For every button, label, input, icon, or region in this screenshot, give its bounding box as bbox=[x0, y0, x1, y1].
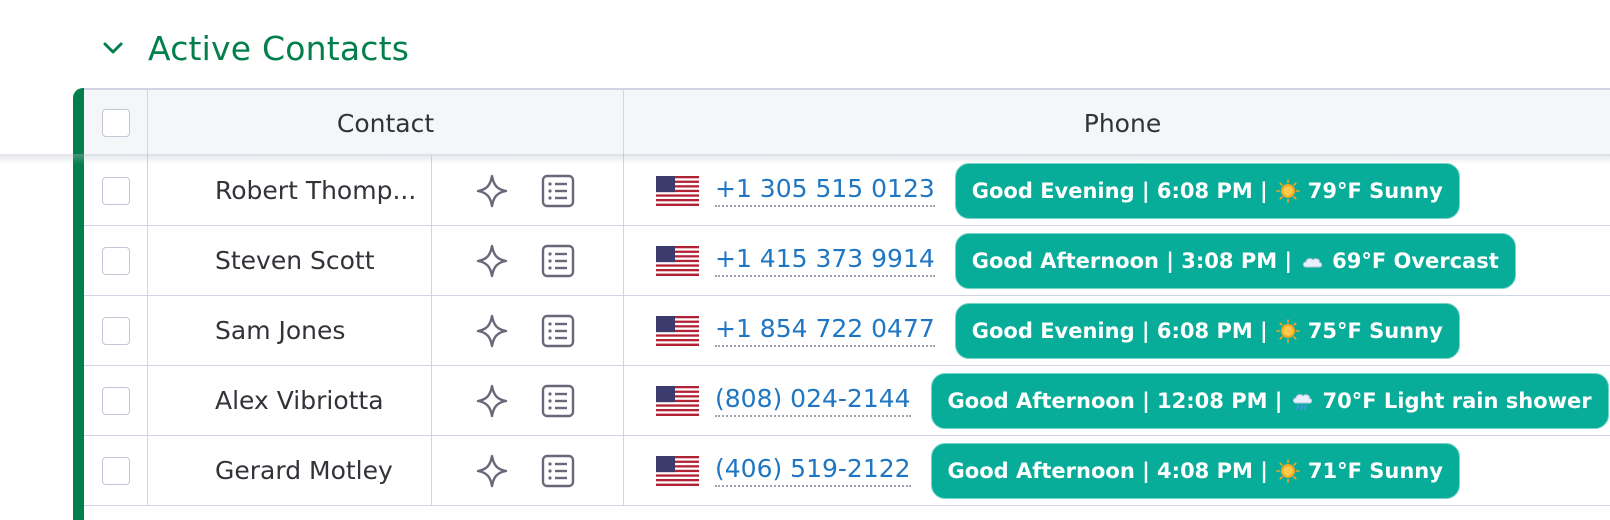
row-checkbox-cell bbox=[84, 296, 148, 365]
row-actions bbox=[432, 296, 624, 365]
contact-name[interactable]: Sam Jones bbox=[148, 296, 432, 365]
sparkle-icon[interactable] bbox=[474, 243, 510, 279]
table-body: Robert Thomp... +1 305 515 0123 Good Eve… bbox=[84, 156, 1610, 506]
local-time-weather-badge: Good Afternoon | 3:08 PM | 69°F Overcast bbox=[954, 232, 1516, 289]
item-details-icon[interactable] bbox=[540, 453, 576, 489]
weather-text: 69°F Overcast bbox=[1332, 248, 1499, 273]
contact-name[interactable]: Alex Vibriotta bbox=[148, 366, 432, 435]
contact-name[interactable]: Gerard Motley bbox=[148, 436, 432, 505]
item-details-icon[interactable] bbox=[540, 173, 576, 209]
contact-name[interactable]: Steven Scott bbox=[148, 226, 432, 295]
local-time-text: Good Afternoon | 12:08 PM | bbox=[947, 388, 1283, 413]
phone-cell: (808) 024-2144 Good Afternoon | 12:08 PM… bbox=[624, 366, 1610, 435]
phone-number-link[interactable]: (808) 024-2144 bbox=[715, 384, 911, 417]
chevron-down-icon[interactable] bbox=[100, 35, 126, 61]
phone-number-link[interactable]: +1 305 515 0123 bbox=[715, 174, 935, 207]
sun-icon bbox=[1275, 318, 1300, 343]
phone-number-link[interactable]: +1 854 722 0477 bbox=[715, 314, 935, 347]
us-flag-icon bbox=[656, 315, 699, 346]
sparkle-icon[interactable] bbox=[474, 453, 510, 489]
local-time-text: Good Afternoon | 4:08 PM | bbox=[947, 458, 1268, 483]
contact-name[interactable]: Robert Thomp... bbox=[148, 156, 432, 225]
item-details-icon[interactable] bbox=[540, 243, 576, 279]
row-checkbox-cell bbox=[84, 436, 148, 505]
sparkle-icon[interactable] bbox=[474, 173, 510, 209]
phone-cell: (406) 519-2122 Good Afternoon | 4:08 PM … bbox=[624, 436, 1610, 505]
sun-icon bbox=[1275, 178, 1300, 203]
weather-text: 75°F Sunny bbox=[1307, 318, 1443, 343]
contacts-board: Contact Phone Robert Thomp... +1 305 515… bbox=[0, 88, 1610, 520]
group-title[interactable]: Active Contacts bbox=[148, 29, 409, 68]
rain-cloud-icon bbox=[1290, 389, 1314, 413]
table-row: Alex Vibriotta (808) 024-2144 Good After… bbox=[84, 366, 1610, 436]
row-actions bbox=[432, 226, 624, 295]
sparkle-icon[interactable] bbox=[474, 313, 510, 349]
local-time-weather-badge: Good Evening | 6:08 PM | 75°F Sunny bbox=[954, 302, 1460, 359]
row-checkbox[interactable] bbox=[101, 316, 130, 345]
phone-column-header[interactable]: Phone bbox=[624, 90, 1610, 156]
item-details-icon[interactable] bbox=[540, 383, 576, 419]
cloud-icon bbox=[1300, 249, 1324, 273]
row-actions bbox=[432, 366, 624, 435]
row-checkbox-cell bbox=[84, 156, 148, 225]
table-header-row: Contact Phone bbox=[84, 88, 1610, 156]
us-flag-icon bbox=[656, 245, 699, 276]
row-checkbox[interactable] bbox=[101, 456, 130, 485]
phone-number-link[interactable]: +1 415 373 9914 bbox=[715, 244, 935, 277]
table-row: Steven Scott +1 415 373 9914 Good Aftern… bbox=[84, 226, 1610, 296]
table-row: Gerard Motley (406) 519-2122 Good Aftern… bbox=[84, 436, 1610, 506]
weather-text: 79°F Sunny bbox=[1307, 178, 1443, 203]
table-row: Sam Jones +1 854 722 0477 Good Evening |… bbox=[84, 296, 1610, 366]
local-time-text: Good Evening | 6:08 PM | bbox=[971, 178, 1268, 203]
local-time-weather-badge: Good Afternoon | 12:08 PM | 70°F Light r… bbox=[930, 372, 1609, 429]
phone-cell: +1 415 373 9914 Good Afternoon | 3:08 PM… bbox=[624, 226, 1610, 295]
table-row: Robert Thomp... +1 305 515 0123 Good Eve… bbox=[84, 156, 1610, 226]
phone-cell: +1 305 515 0123 Good Evening | 6:08 PM |… bbox=[624, 156, 1610, 225]
row-actions bbox=[432, 156, 624, 225]
weather-text: 70°F Light rain shower bbox=[1322, 388, 1592, 413]
row-actions bbox=[432, 436, 624, 505]
item-details-icon[interactable] bbox=[540, 313, 576, 349]
header-checkbox-cell bbox=[84, 90, 148, 156]
us-flag-icon bbox=[656, 175, 699, 206]
local-time-weather-badge: Good Evening | 6:08 PM | 79°F Sunny bbox=[954, 162, 1460, 219]
contact-column-header[interactable]: Contact bbox=[148, 90, 624, 156]
sparkle-icon[interactable] bbox=[474, 383, 510, 419]
select-all-checkbox[interactable] bbox=[101, 109, 130, 137]
weather-text: 71°F Sunny bbox=[1307, 458, 1443, 483]
row-checkbox-cell bbox=[84, 226, 148, 295]
group-header: Active Contacts bbox=[100, 24, 409, 72]
phone-cell: +1 854 722 0477 Good Evening | 6:08 PM |… bbox=[624, 296, 1610, 365]
local-time-weather-badge: Good Afternoon | 4:08 PM | 71°F Sunny bbox=[930, 442, 1460, 499]
sun-icon bbox=[1276, 458, 1300, 483]
row-checkbox[interactable] bbox=[101, 246, 130, 275]
row-checkbox[interactable] bbox=[101, 386, 130, 415]
row-checkbox[interactable] bbox=[101, 176, 130, 205]
local-time-text: Good Evening | 6:08 PM | bbox=[971, 318, 1268, 343]
phone-number-link[interactable]: (406) 519-2122 bbox=[715, 454, 911, 487]
us-flag-icon bbox=[656, 455, 699, 486]
us-flag-icon bbox=[656, 385, 699, 416]
row-checkbox-cell bbox=[84, 366, 148, 435]
local-time-text: Good Afternoon | 3:08 PM | bbox=[971, 248, 1293, 273]
